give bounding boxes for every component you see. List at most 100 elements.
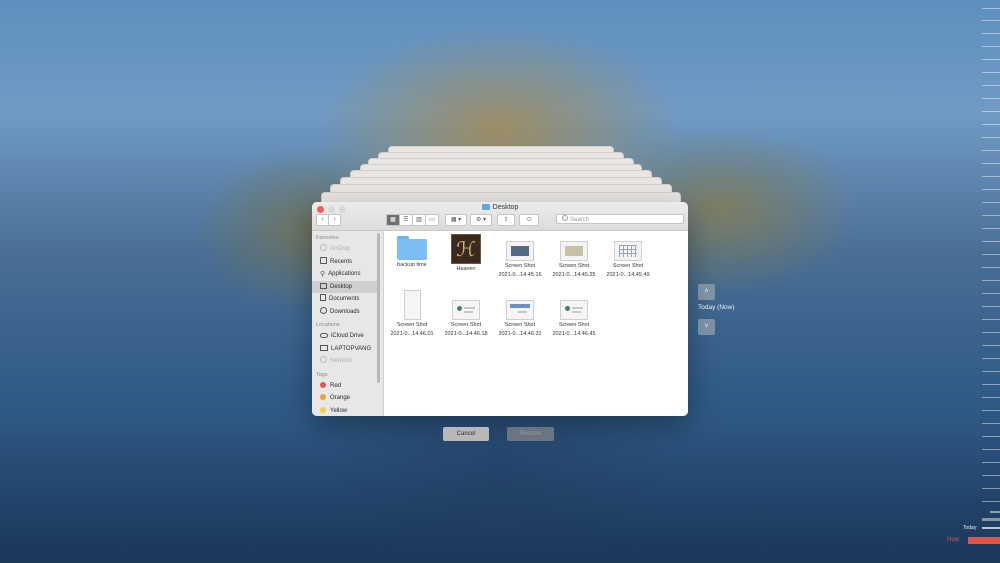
- share-button[interactable]: ⇧: [497, 214, 515, 226]
- sidebar-item-airdrop[interactable]: AirDrop: [312, 243, 383, 256]
- view-switcher: ▦ ☰ ▥ ▭: [386, 214, 439, 226]
- timeline-tick[interactable]: [982, 33, 1000, 34]
- chevron-down-icon: ˅: [704, 323, 709, 330]
- timeline-tick[interactable]: [982, 46, 1000, 47]
- timeline-tick[interactable]: [982, 293, 1000, 294]
- timeline-tick[interactable]: [982, 345, 1000, 346]
- timeline-tick[interactable]: [982, 384, 1000, 385]
- timeline-tick[interactable]: [982, 202, 1000, 203]
- timeline-tick[interactable]: [982, 215, 1000, 216]
- sidebar-item-icloud-drive[interactable]: iCloud Drive: [312, 330, 383, 343]
- timeline-tick[interactable]: [982, 137, 1000, 138]
- tag-dot-icon: [320, 394, 326, 400]
- file-item[interactable]: Screen Shot 2021-0...14.45.25: [546, 241, 602, 279]
- search-field[interactable]: Search: [556, 214, 684, 224]
- file-item[interactable]: Screen Shot 2021-0...14.46.31: [492, 300, 548, 338]
- timeline-tick[interactable]: [982, 306, 1000, 307]
- timeline-tick[interactable]: [990, 511, 1000, 513]
- window-title: Desktop: [312, 204, 688, 211]
- timeline-tick[interactable]: [982, 228, 1000, 229]
- current-backup-label: Today (Now): [698, 304, 735, 311]
- sidebar-tag-red[interactable]: Red: [312, 380, 383, 393]
- timeline-tick[interactable]: [982, 449, 1000, 450]
- sidebar-item-recents[interactable]: Recents: [312, 256, 383, 269]
- timeline-tick[interactable]: [982, 462, 1000, 463]
- globe-icon: [320, 356, 327, 363]
- timeline-tick[interactable]: [982, 85, 1000, 86]
- timeline-tick[interactable]: [982, 371, 1000, 372]
- timeline-tick[interactable]: [982, 111, 1000, 112]
- gallery-view-button[interactable]: ▭: [426, 214, 439, 226]
- screenshot-thumbnail: [614, 241, 642, 261]
- laptop-icon: [320, 344, 328, 351]
- sidebar-tag-yellow[interactable]: Yellow: [312, 405, 383, 417]
- timeline-tick[interactable]: [982, 20, 1000, 21]
- sidebar-scrollbar[interactable]: [377, 233, 380, 383]
- sidebar-item-network[interactable]: Network: [312, 355, 383, 368]
- restore-button[interactable]: Restore: [507, 427, 554, 441]
- icon-view-button[interactable]: ▦: [386, 214, 400, 226]
- timeline-tick[interactable]: [982, 8, 1000, 9]
- file-item[interactable]: Screen Shot 2021-0...14.46.01: [384, 290, 440, 338]
- timeline-tick[interactable]: [982, 475, 1000, 476]
- file-item[interactable]: Screen Shot 2021-0...14.45.49: [600, 241, 656, 279]
- toolbar: ‹ › ▦ ☰ ▥ ▭ ▦ ▾ ⚙ ▾ ⇧ ⬭ Search: [312, 214, 688, 228]
- timeline-tick[interactable]: [982, 397, 1000, 398]
- timeline-tick[interactable]: [982, 98, 1000, 99]
- nav-buttons: ‹ ›: [316, 214, 341, 226]
- timeline-tick[interactable]: [982, 280, 1000, 281]
- file-area: backup time ℋ Heaven Screen Shot 2021-0.…: [384, 231, 688, 416]
- timeline-tick[interactable]: [982, 176, 1000, 177]
- search-icon: [562, 215, 568, 221]
- timeline-tick[interactable]: [982, 150, 1000, 151]
- action-button[interactable]: ⚙ ▾: [470, 214, 492, 226]
- timeline-tick[interactable]: [982, 501, 1000, 502]
- timeline-tick[interactable]: [982, 436, 1000, 437]
- timeline-tick[interactable]: [982, 488, 1000, 489]
- group-button[interactable]: ▦ ▾: [445, 214, 467, 226]
- sidebar-item-applications[interactable]: ⚲ Applications: [312, 268, 383, 281]
- newer-backup-button[interactable]: ˅: [698, 319, 715, 335]
- tag-button[interactable]: ⬭: [519, 214, 539, 226]
- wallpaper-shade: [0, 423, 1000, 563]
- timeline-tick[interactable]: [982, 267, 1000, 268]
- older-backup-button[interactable]: ˄: [698, 284, 715, 300]
- file-item[interactable]: Screen Shot 2021-0...14.46.45: [546, 300, 602, 338]
- sidebar-item-downloads[interactable]: Downloads: [312, 306, 383, 319]
- chevron-up-icon: ˄: [704, 288, 709, 295]
- folder-icon: [397, 236, 427, 260]
- timeline-tick[interactable]: [982, 59, 1000, 60]
- timeline-tick-today[interactable]: [982, 527, 1000, 529]
- file-item[interactable]: Screen Shot 2021-0...14.45.16: [492, 241, 548, 279]
- timeline-tick[interactable]: [982, 72, 1000, 73]
- timeline-tick[interactable]: [982, 518, 1000, 521]
- timeline-tick[interactable]: [982, 358, 1000, 359]
- back-button[interactable]: ‹: [316, 214, 329, 226]
- title-bar: Desktop ‹ › ▦ ☰ ▥ ▭ ▦ ▾ ⚙ ▾ ⇧ ⬭ Search: [312, 202, 688, 231]
- file-item[interactable]: Screen Shot 2021-0...14.46.18: [438, 300, 494, 338]
- timeline-tick[interactable]: [982, 332, 1000, 333]
- timeline-tick[interactable]: [982, 241, 1000, 242]
- timeline-tick[interactable]: [982, 410, 1000, 411]
- screenshot-thumbnail: [452, 300, 480, 320]
- screenshot-thumbnail: [560, 300, 588, 320]
- sidebar-item-desktop[interactable]: Desktop: [312, 280, 377, 293]
- timeline-tick[interactable]: [982, 189, 1000, 190]
- timeline-tick[interactable]: [982, 163, 1000, 164]
- sidebar-tag-orange[interactable]: Orange: [312, 392, 383, 405]
- timeline-tick[interactable]: [982, 423, 1000, 424]
- column-view-button[interactable]: ▥: [413, 214, 426, 226]
- desktop-icon: [320, 282, 327, 289]
- file-item[interactable]: backup time: [384, 236, 440, 271]
- file-item[interactable]: ℋ Heaven: [438, 234, 494, 275]
- screenshot-thumbnail: [506, 241, 534, 261]
- timeline-tick[interactable]: [982, 124, 1000, 125]
- timeline-tick[interactable]: [982, 319, 1000, 320]
- cancel-button[interactable]: Cancel: [443, 427, 489, 441]
- forward-button[interactable]: ›: [329, 214, 341, 226]
- timeline-tick[interactable]: [982, 254, 1000, 255]
- sidebar-item-laptop[interactable]: LAPTOPVANG: [312, 343, 383, 356]
- list-view-button[interactable]: ☰: [400, 214, 413, 226]
- sidebar-item-documents[interactable]: Documents: [312, 293, 383, 306]
- timeline-now-marker[interactable]: [968, 537, 1000, 544]
